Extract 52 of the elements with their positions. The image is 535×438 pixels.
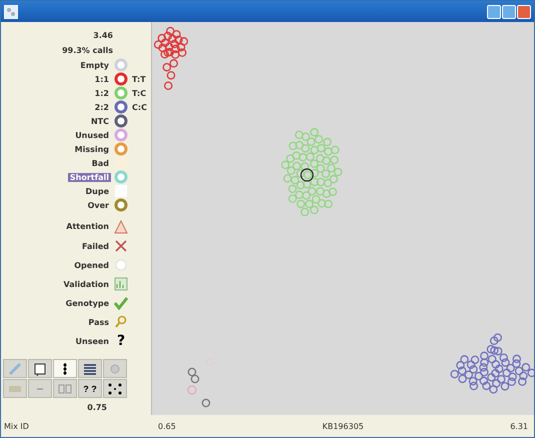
legend-label[interactable]: 2:2 xyxy=(92,102,111,112)
note-tool-button[interactable] xyxy=(28,359,52,378)
flag-label[interactable]: Pass xyxy=(86,318,111,327)
axis-maximum-text: 6.31 xyxy=(510,422,528,430)
minus-icon xyxy=(37,388,43,390)
flag-label[interactable]: Unseen xyxy=(74,336,111,346)
legend-label[interactable]: 1:2 xyxy=(92,88,111,98)
allele-label: T:C xyxy=(132,88,146,98)
legend-label[interactable]: NTC xyxy=(88,116,111,126)
dots-grid-icon xyxy=(107,382,123,396)
minimum-value-text: 0.75 xyxy=(87,402,107,414)
pencil-icon xyxy=(7,362,23,376)
legend-label[interactable]: Unused xyxy=(73,130,111,140)
list-icon xyxy=(82,362,98,376)
axis-minimum-text: 0.65 xyxy=(158,422,176,430)
circle-icon xyxy=(114,258,128,272)
legend-label[interactable]: Dupe xyxy=(84,186,111,196)
dots-tool-button[interactable] xyxy=(53,359,77,378)
assay-name-text: KB196305 xyxy=(322,422,364,430)
flag-label[interactable]: Genotype xyxy=(64,298,111,308)
statistic-text: 99.3% calls xyxy=(62,45,113,57)
minimize-button[interactable] xyxy=(487,4,501,18)
check-icon xyxy=(114,296,128,310)
maximize-button[interactable] xyxy=(502,4,516,18)
search-icon xyxy=(114,315,128,330)
toolbar-button[interactable]: ? ? xyxy=(78,379,102,398)
app-icon xyxy=(4,4,18,18)
statistic-text: 3.46 xyxy=(93,30,113,42)
legend-label[interactable]: Over xyxy=(86,200,111,210)
note-icon xyxy=(32,362,48,376)
cross-icon xyxy=(114,239,128,254)
question-icon: ? xyxy=(114,333,128,350)
flag-label[interactable]: Failed xyxy=(80,242,111,251)
dots-icon xyxy=(63,362,67,376)
legend-label[interactable]: Shortfall xyxy=(68,172,111,182)
allele-label: T:T xyxy=(132,74,146,84)
flag-label[interactable]: Validation xyxy=(61,280,111,289)
flag-label[interactable]: Opened xyxy=(72,260,111,270)
chart-icon xyxy=(114,277,128,292)
status-label: Mix ID xyxy=(3,422,30,430)
columns-icon xyxy=(57,382,73,396)
legend-label[interactable]: Empty xyxy=(78,60,111,70)
legend-label[interactable]: 1:1 xyxy=(92,74,111,84)
warning-icon xyxy=(114,220,128,234)
allele-label: C:C xyxy=(132,102,147,112)
flag-label[interactable]: Attention xyxy=(64,222,111,232)
arrows-tool-button[interactable] xyxy=(103,379,127,398)
close-button[interactable] xyxy=(517,4,531,18)
legend-label[interactable]: Bad xyxy=(90,158,111,168)
legend-label[interactable]: Missing xyxy=(72,144,111,154)
tray-icon xyxy=(9,386,21,392)
list-tool-button[interactable] xyxy=(78,359,102,378)
